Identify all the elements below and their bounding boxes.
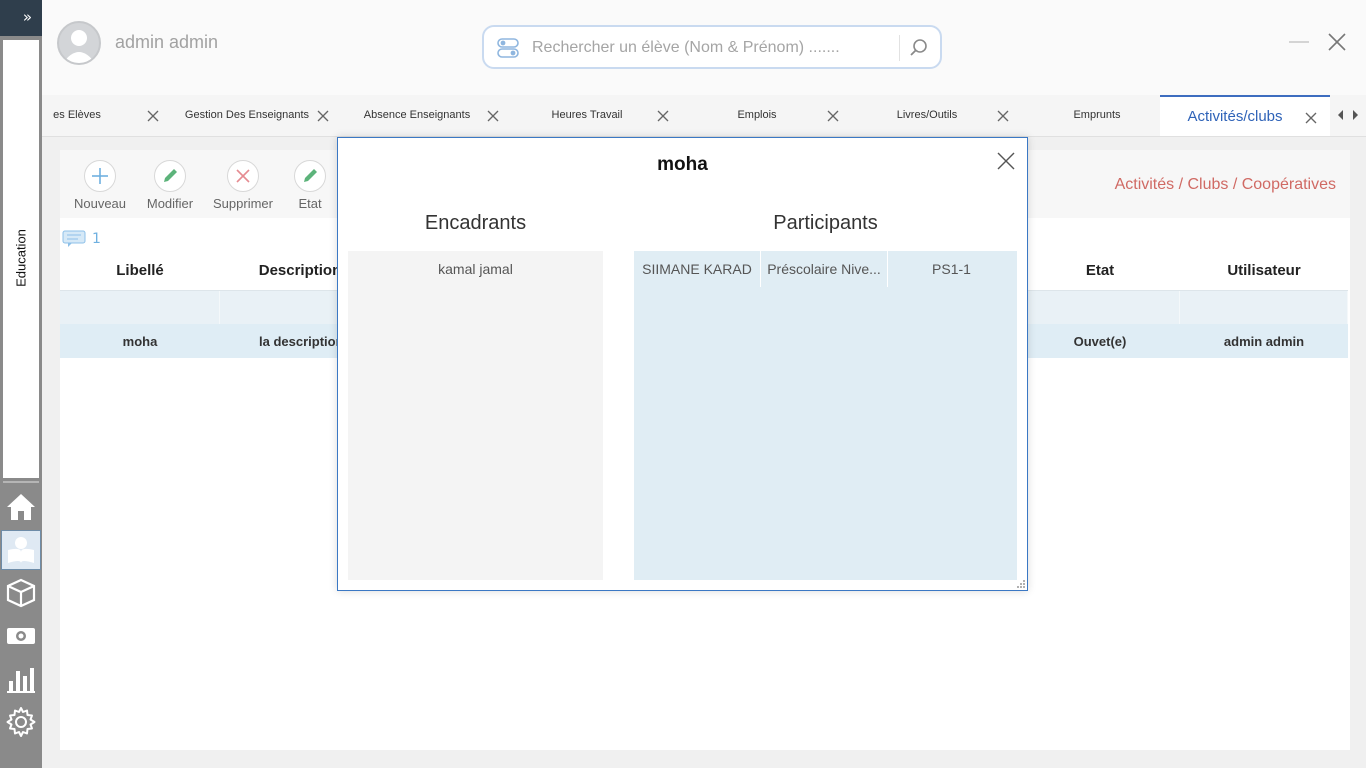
participant-level: Préscolaire Nive... [761,251,888,287]
delete-x-icon [236,169,250,183]
toggle-switch-icon[interactable] [496,36,520,60]
sidebar-item-finance[interactable] [1,616,41,656]
tab-emplois[interactable]: Emplois [682,95,852,136]
tab-label: Activités/clubs [1187,108,1283,125]
tab-scroll-right-icon[interactable] [1350,109,1360,121]
new-button[interactable]: Nouveau [60,160,140,216]
close-icon[interactable] [656,109,670,123]
sidebar-item-inventory[interactable] [1,573,41,613]
tab-absence-enseignants[interactable]: Absence Enseignants [342,95,512,136]
record-count: 1 [92,231,101,247]
tab-label: es Elèves [53,109,101,121]
tab-heures-travail[interactable]: Heures Travail [512,95,682,136]
sidebar-item-statistics[interactable] [1,659,41,699]
column-header-etat[interactable]: Etat [1020,250,1180,290]
encadrants-title: Encadrants [424,212,527,234]
dialog-title: moha [657,154,708,175]
student-search-box [482,25,942,69]
tab-gestion-enseignants[interactable]: Gestion Des Enseignants [172,95,342,136]
tab-bar: es Elèves Gestion Des Enseignants Absenc… [42,95,1366,137]
delete-button-circle [227,160,259,192]
user-name: admin admin [115,32,219,52]
participant-name: SIIMANE KARAD [634,251,761,287]
close-icon[interactable] [995,150,1017,172]
new-button-circle [84,160,116,192]
pencil-icon [304,169,317,182]
tab-label: Absence Enseignants [363,109,471,121]
sidebar-item-settings[interactable] [1,702,41,742]
edit-button-label: Modifier [146,196,194,211]
close-icon[interactable] [146,109,160,123]
avatar[interactable] [57,21,101,65]
tab-label: Emprunts [1073,109,1121,121]
chart-icon [7,668,35,693]
box-icon [6,578,36,608]
resize-grip-icon[interactable] [1016,579,1026,589]
tab-eleves[interactable]: es Elèves [42,95,172,136]
search-input[interactable] [532,36,892,60]
cell-etat: Ouvet(e) [1073,333,1127,349]
home-icon [7,494,35,520]
new-button-label: Nouveau [73,196,127,211]
student-icon [8,537,34,563]
user-avatar-icon [63,30,95,63]
tab-label: Livres/Outils [896,109,958,121]
money-icon [7,628,35,644]
column-header-libelle[interactable]: Libellé [60,250,220,290]
participants-title: Participants [773,212,878,234]
sidebar-item-home[interactable] [1,487,41,527]
filter-cell[interactable] [60,291,220,324]
filter-cell[interactable] [1020,291,1180,324]
tab-scroll-left-icon[interactable] [1336,109,1346,121]
table-row[interactable]: SIIMANE KARAD Préscolaire Nive... PS1-1 [634,251,1017,287]
tab-livres-outils[interactable]: Livres/Outils [852,95,1022,136]
record-count-badge: 1 [62,230,101,248]
sidebar-section-label: Education [13,229,29,287]
close-icon[interactable] [826,109,840,123]
page-title: Activités / Clubs / Coopératives [1114,176,1336,193]
close-window-icon[interactable] [1325,30,1349,54]
tab-label: Gestion Des Enseignants [184,109,310,121]
comment-icon [62,230,86,247]
sidebar-divider [3,481,39,483]
tab-activites-clubs[interactable]: Activités/clubs [1160,95,1330,136]
sidebar-toggle-button[interactable]: » [0,0,42,36]
sidebar-item-student[interactable] [1,530,41,570]
filter-cell[interactable] [1180,291,1348,324]
participants-list: SIIMANE KARAD Préscolaire Nive... PS1-1 [634,251,1017,580]
close-icon[interactable] [486,109,500,123]
edit-button-circle [154,160,186,192]
close-icon[interactable] [996,109,1010,123]
encadrants-list: kamal jamal [348,251,603,580]
cell-utilisateur: admin admin [1223,333,1305,349]
pencil-icon [164,169,177,182]
list-item[interactable]: kamal jamal [348,251,603,287]
top-header: admin admin [42,0,1366,95]
tab-label: Emplois [737,109,777,121]
cell-libelle: moha [122,333,158,349]
state-button-circle [294,160,326,192]
participant-class: PS1-1 [932,261,971,277]
column-header-utilisateur[interactable]: Utilisateur [1180,250,1348,290]
search-icon[interactable] [908,37,930,59]
minimize-icon[interactable] [1287,30,1311,54]
settings-icon [6,707,36,737]
edit-button[interactable]: Modifier [130,160,210,216]
plus-icon [92,168,108,184]
close-icon[interactable] [1304,111,1318,125]
tab-label: Heures Travail [551,109,623,121]
activity-details-dialog: moha Encadrants Participants kamal jamal… [337,137,1028,591]
left-sidebar: » Education [0,0,42,768]
close-icon[interactable] [316,109,330,123]
search-divider [899,35,900,61]
